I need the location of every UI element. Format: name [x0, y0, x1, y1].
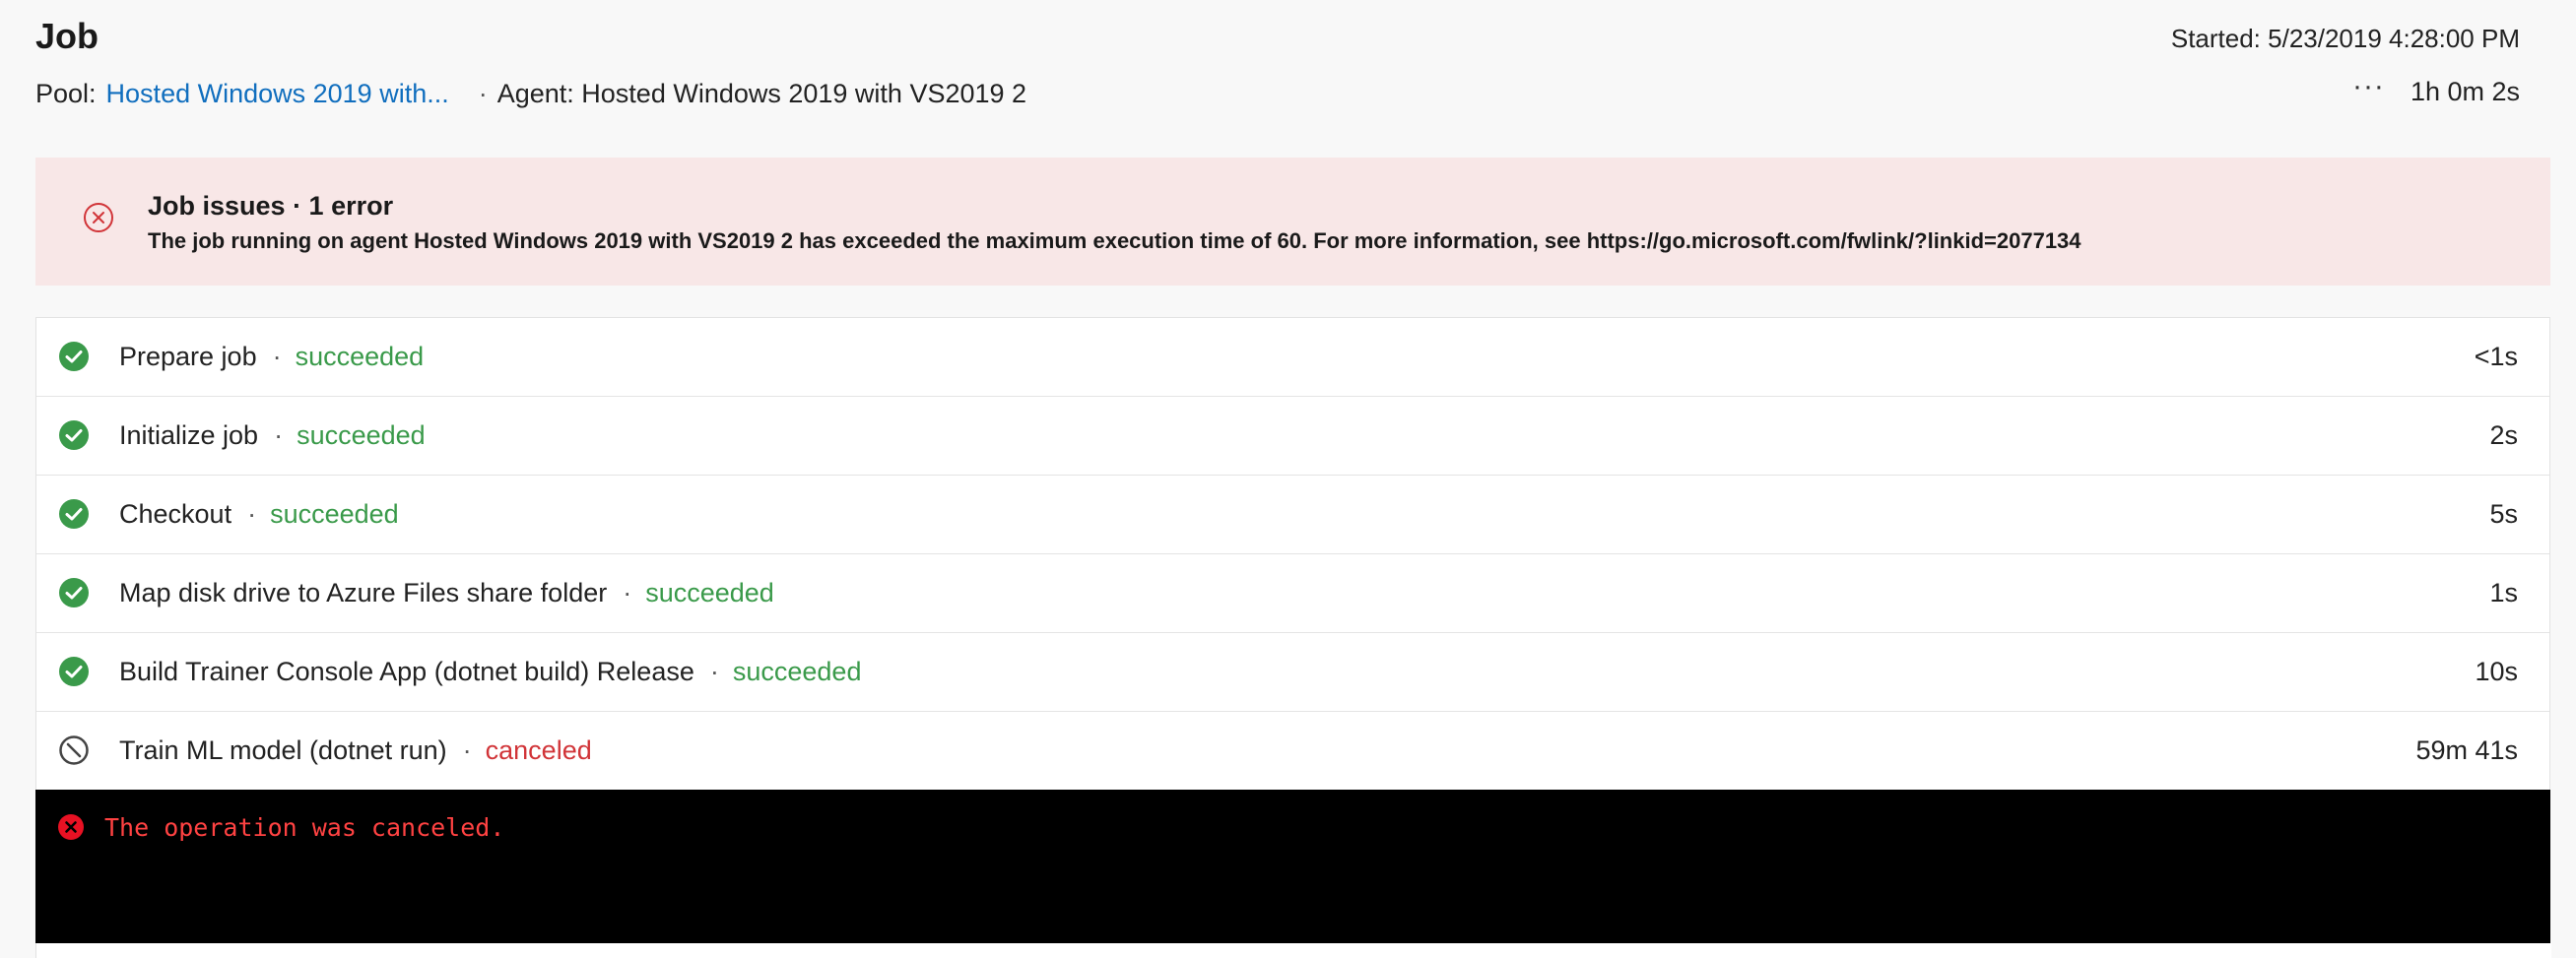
check-circle-icon — [59, 578, 89, 607]
issues-message: The job running on agent Hosted Windows … — [148, 228, 2081, 253]
step-duration: 10s — [2475, 657, 2518, 686]
step-status: canceled — [485, 735, 592, 765]
step-duration: 59m 41s — [2415, 735, 2518, 765]
started-timestamp: Started: 5/23/2019 4:28:00 PM — [2170, 24, 2520, 53]
step-status: succeeded — [270, 499, 399, 529]
more-options-icon[interactable]: ··· — [2352, 71, 2385, 101]
separator-dot: · — [274, 420, 284, 450]
job-issues-banner: Job issues · 1 error The job running on … — [35, 158, 2550, 286]
step-duration: 1s — [2489, 578, 2518, 607]
check-circle-icon — [59, 499, 89, 529]
console-footer — [35, 943, 2551, 958]
log-console[interactable]: The operation was canceled. — [35, 790, 2550, 943]
canceled-circle-icon — [59, 735, 89, 765]
step-status: succeeded — [732, 657, 862, 686]
step-row[interactable]: Prepare job · succeeded <1s — [36, 318, 2549, 397]
step-name: Initialize job — [119, 420, 259, 450]
job-duration: 1h 0m 2s — [2410, 77, 2520, 106]
separator-dot: · — [462, 735, 472, 765]
agent-label: Agent: Hosted Windows 2019 with VS2019 2 — [496, 79, 1027, 108]
step-name: Train ML model (dotnet run) — [119, 735, 447, 765]
issues-title: Job issues · 1 error — [148, 191, 394, 221]
step-row[interactable]: Train ML model (dotnet run) · canceled 5… — [36, 712, 2549, 790]
job-steps-list: Prepare job · succeeded <1s Initialize j… — [35, 317, 2550, 791]
pool-label: Pool: — [35, 79, 97, 108]
step-name: Build Trainer Console App (dotnet build)… — [119, 657, 694, 686]
console-error-message: The operation was canceled. — [104, 813, 505, 842]
separator-dot: · — [272, 342, 282, 371]
page-title: Job — [35, 16, 99, 56]
step-name: Map disk drive to Azure Files share fold… — [119, 578, 608, 607]
step-name: Prepare job — [119, 342, 257, 371]
duration-area: ··· 1h 0m 2s — [2352, 71, 2520, 107]
step-row[interactable]: Checkout · succeeded 5s — [36, 476, 2549, 554]
job-page: Job Started: 5/23/2019 4:28:00 PM Pool: … — [0, 0, 2576, 958]
separator-dot: · — [623, 578, 632, 607]
pool-link[interactable]: Hosted Windows 2019 with... — [106, 79, 449, 109]
step-status: succeeded — [297, 420, 426, 450]
step-duration: <1s — [2474, 342, 2518, 371]
separator-dot: · — [709, 657, 719, 686]
check-circle-icon — [59, 342, 89, 371]
step-row[interactable]: Build Trainer Console App (dotnet build)… — [36, 633, 2549, 712]
step-row[interactable]: Initialize job · succeeded 2s — [36, 397, 2549, 476]
check-circle-icon — [59, 657, 89, 686]
step-duration: 5s — [2489, 499, 2518, 529]
step-duration: 2s — [2489, 420, 2518, 450]
step-status: succeeded — [295, 342, 425, 371]
step-status: succeeded — [645, 578, 774, 607]
pool-agent-line: Pool: Hosted Windows 2019 with... · Agen… — [35, 79, 1026, 109]
error-icon — [58, 814, 84, 840]
separator-dot: · — [478, 79, 488, 108]
step-row[interactable]: Map disk drive to Azure Files share fold… — [36, 554, 2549, 633]
separator-dot: · — [247, 499, 257, 529]
check-circle-icon — [59, 420, 89, 450]
error-circle-icon — [84, 203, 113, 232]
step-name: Checkout — [119, 499, 232, 529]
